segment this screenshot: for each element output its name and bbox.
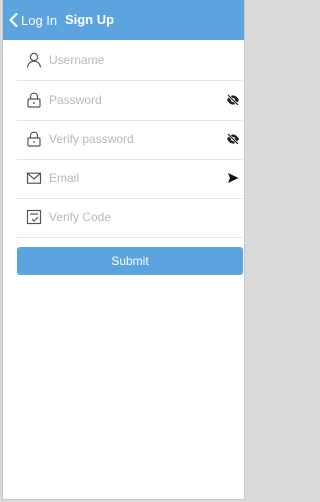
send-icon[interactable] — [226, 172, 240, 184]
user-icon — [26, 52, 42, 68]
verify-code-input[interactable] — [49, 206, 209, 228]
username-input[interactable] — [49, 49, 209, 71]
eye-slash-icon[interactable] — [226, 94, 240, 106]
password-row — [17, 80, 243, 121]
page-title-text: Sign Up — [64, 12, 115, 27]
email-row — [17, 158, 243, 199]
back-button[interactable]: Log In — [9, 11, 57, 29]
verify-password-row — [17, 119, 243, 160]
lock-icon — [26, 92, 42, 108]
nav-header: Log In Sign Up — [3, 0, 244, 40]
username-row — [17, 40, 243, 81]
password-input[interactable] — [49, 89, 209, 111]
mail-icon — [26, 170, 42, 186]
verify-code-row — [17, 197, 243, 238]
verify-password-input[interactable] — [49, 128, 209, 150]
email-input[interactable] — [49, 167, 209, 189]
screen: Log In Sign Up Username Email Verify Cod… — [2, 0, 245, 500]
eye-slash-icon[interactable] — [226, 133, 240, 145]
submit-button[interactable]: Submit — [17, 247, 243, 275]
back-label: Log In — [21, 12, 58, 28]
lock-icon — [26, 131, 42, 147]
chevron-left-icon — [9, 13, 18, 27]
verify-code-icon — [26, 209, 42, 225]
